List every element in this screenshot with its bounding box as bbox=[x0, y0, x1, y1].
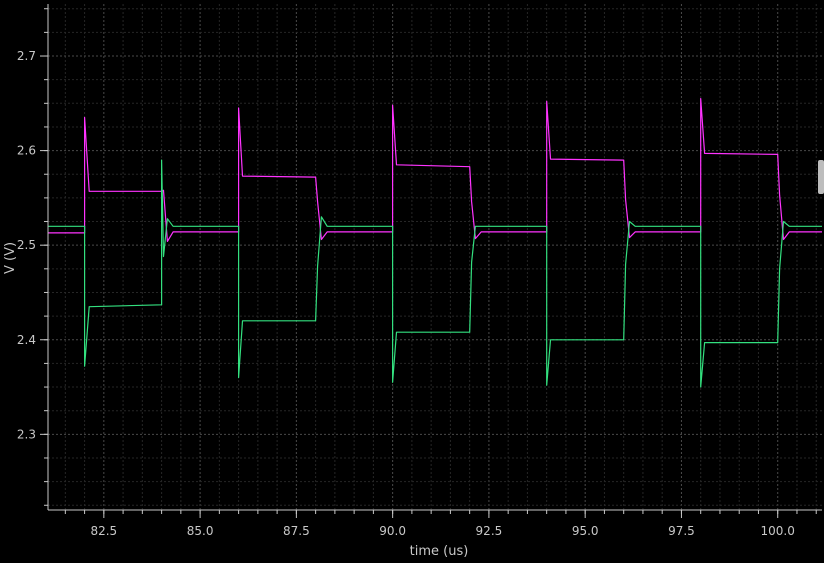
x-axis-label: time (us) bbox=[410, 544, 469, 559]
y-tick-label: 2.4 bbox=[17, 333, 36, 347]
y-tick-label: 2.5 bbox=[17, 238, 36, 252]
series-layer bbox=[48, 97, 822, 388]
x-tick-label: 95.0 bbox=[572, 524, 599, 538]
y-tick-label: 2.6 bbox=[17, 144, 36, 158]
x-tick-label: 87.5 bbox=[283, 524, 310, 538]
series-line-1 bbox=[48, 97, 822, 242]
waveform-plot: 82.5 85.0 87.5 90.0 92.5 95.0 97.5 100.0 2.3 2.4 2… bbox=[0, 0, 824, 559]
y-axis-label: V (V) bbox=[3, 242, 18, 274]
x-tick-label: 90.0 bbox=[379, 524, 406, 538]
plot-scroll-handle[interactable] bbox=[818, 160, 824, 194]
grid bbox=[48, 4, 822, 510]
y-tick-label: 2.3 bbox=[17, 427, 36, 441]
y-tick-label: 2.7 bbox=[17, 49, 36, 63]
x-tick-label: 97.5 bbox=[668, 524, 695, 538]
x-tick-label: 100.0 bbox=[761, 524, 795, 538]
x-tick-label: 82.5 bbox=[90, 524, 117, 538]
x-tick-label: 92.5 bbox=[476, 524, 503, 538]
x-tick-label: 85.0 bbox=[187, 524, 214, 538]
plot-svg: 82.5 85.0 87.5 90.0 92.5 95.0 97.5 100.0 2.3 2.4 2… bbox=[3, 4, 822, 559]
